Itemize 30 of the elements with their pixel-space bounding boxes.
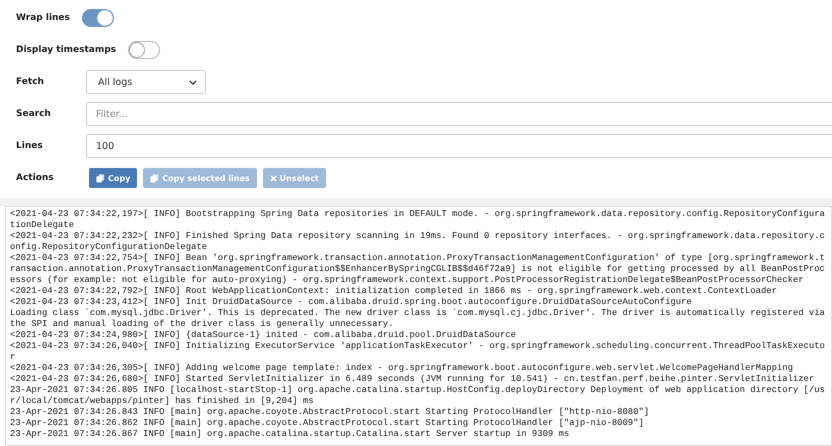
log-line: <2021-04-23 07:34:22,232>[ INFO] Finished Spring Data repository scanning in 19ms. Found 0 repository interfaces. - org.springframework.data.repository.config.RepositoryConfigurationDelegate bbox=[10, 231, 826, 253]
log-line: <2021-04-23 07:34:24,980>[ INFO] {dataSource-1} inited - com.alibaba.druid.pool.DruidDataSource bbox=[10, 330, 517, 341]
toggle-switch[interactable] bbox=[128, 41, 160, 59]
log-line: Loading class `com.mysql.jdbc.Driver'. This is deprecated. The new driver class is `com.mysql.cj.jdbc.Driver'. The driver is automatically registered via the SPI and manual loading of the driver class is generally unnecessary. bbox=[10, 308, 826, 330]
copy-icon bbox=[96, 174, 105, 182]
toggle-switch[interactable] bbox=[82, 9, 114, 27]
input-field[interactable]: Filter... bbox=[86, 102, 832, 126]
log-line: 23-Apr-2021 07:34:26.843 INFO [main] org.apache.coyote.AbstractProtocol.start Starting ProtocolHandler ["http-nio-8080"] bbox=[10, 407, 650, 418]
fetch-dropdown[interactable]: All logs bbox=[86, 70, 206, 94]
log-line: <2021-04-23 07:34:22,197>[ INFO] Bootstrapping Spring Data repositories in DEFAULT mode. - org.springframework.data.repository.config.RepositoryConfigurationDelegate bbox=[10, 209, 826, 231]
setting-label: Actions bbox=[16, 173, 55, 183]
setting-label: Search bbox=[16, 109, 52, 119]
input-field[interactable]: 100 bbox=[86, 134, 832, 158]
log-line: <2021-04-23 07:34:26,680>[ INFO] Started ServletInitializer in 6.489 seconds (JVM running for 10.541) - cn.testfan.perf.beihe.pinter.ServletInitializer bbox=[10, 374, 816, 385]
copy-icon bbox=[150, 174, 160, 182]
log-line: <2021-04-23 07:34:26,040>[ INFO] Initializing ExecutorService 'applicationTaskExecutor' - org.springframework.scheduling.concurrent.ThreadPoolTaskExecutor bbox=[10, 341, 826, 363]
setting-label: Lines bbox=[16, 141, 44, 151]
log-line: <2021-04-23 07:34:23,412>[ INFO] Init DruidDataSource - com.alibaba.druid.spring.boot.autoconfigure.DruidDataSourceAutoConfigure bbox=[10, 297, 693, 308]
action-button[interactable]: Copy bbox=[89, 168, 138, 188]
setting-label: Fetch bbox=[16, 77, 45, 87]
chevron-down-icon bbox=[189, 80, 197, 84]
log-line: 23-Apr-2021 07:34:26.805 INFO [localhost-startStop-1] org.apache.catalina.startup.HostConfig.deployDirectory Deployment of web application directory [/usr/local/tomcat/webapps/pinter] has finished in [9,204] ms bbox=[10, 385, 826, 407]
setting-label: Display timestamps bbox=[16, 45, 116, 55]
log-line: <2021-04-23 07:34:26,305>[ INFO] Adding welcome page template: index - org.springframework.boot.autoconfigure.web.servlet.WelcomePageHandlerMapping bbox=[10, 363, 794, 374]
close-icon bbox=[270, 174, 277, 182]
log-line: <2021-04-23 07:34:22,792>[ INFO] Root WebApplicationContext: initialization completed in 1866 ms - org.springframework.web.context.ContextLoader bbox=[10, 286, 778, 297]
log-line: 23-Apr-2021 07:34:26.862 INFO [main] org.apache.coyote.AbstractProtocol.start Starting ProtocolHandler ["ajp-nio-8009"] bbox=[10, 418, 645, 429]
log-line: 23-Apr-2021 07:34:26.867 INFO [main] org.apache.catalina.startup.Catalina.start Server startup in 9309 ms bbox=[10, 429, 570, 440]
setting-label: Wrap lines bbox=[16, 13, 70, 23]
log-line: <2021-04-23 07:34:22,754>[ INFO] Bean 'org.springframework.transaction.annotation.ProxyTransactionManagementConfiguration' of type [org.springframework.transaction.annotation.ProxyTransactionManagementConfiguration$$EnhancerBySpringCGLIB$$d46f72a9] is not eligible for getting processed by all BeanPostProcessors (for example: not eligible for auto-proxying) - org.springframework.context.support.PostProcessorRegistrationDelegate$BeanPostProcessorChecker bbox=[10, 253, 826, 286]
